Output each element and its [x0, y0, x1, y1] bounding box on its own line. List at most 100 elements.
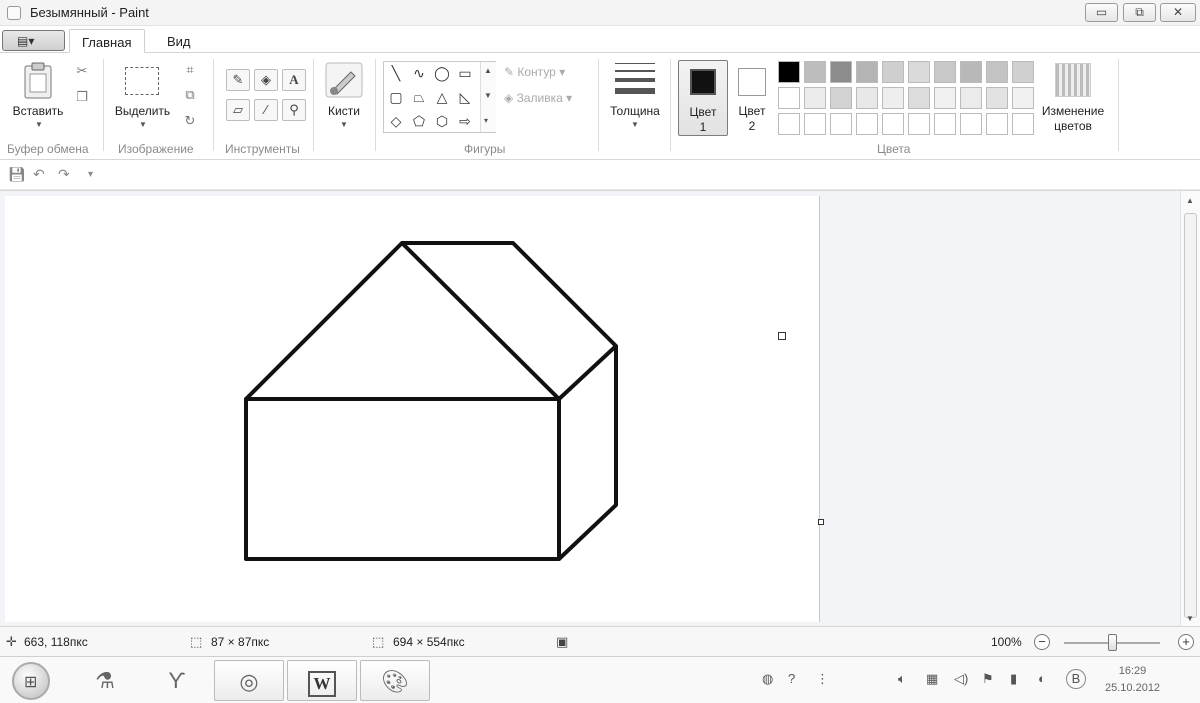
color2-label[interactable]: Цвет: [731, 104, 773, 118]
pentagon-shape-icon[interactable]: ⬠: [410, 112, 428, 130]
arrow-shape-icon[interactable]: ⇨: [456, 112, 474, 130]
palette-swatch[interactable]: [882, 61, 904, 83]
paint-app-icon[interactable]: [7, 6, 21, 20]
magnifier-icon[interactable]: ⚲: [282, 99, 306, 121]
edit-colors-icon[interactable]: [1055, 63, 1091, 97]
maximize-button[interactable]: ⧉: [1123, 3, 1156, 22]
brush-icon[interactable]: [325, 62, 363, 98]
palette-swatch[interactable]: [830, 87, 852, 109]
battery-icon[interactable]: ▮: [1010, 671, 1017, 687]
right-triangle-shape-icon[interactable]: ◺: [456, 88, 474, 106]
palette-swatch[interactable]: [908, 61, 930, 83]
oval-shape-icon[interactable]: ◯: [433, 64, 451, 82]
scrollbar-thumb[interactable]: [1184, 213, 1197, 618]
outline-button[interactable]: ✎ Контур ▾: [504, 65, 565, 79]
line-shape-icon[interactable]: ╲: [387, 64, 405, 82]
volume-icon[interactable]: 🔈︎: [898, 671, 906, 687]
brushes-dropdown-icon[interactable]: ▼: [340, 120, 348, 129]
taskbar-paint-icon[interactable]: 🎨︎: [360, 660, 430, 701]
palette-swatch[interactable]: [856, 113, 878, 135]
palette-swatch[interactable]: [804, 113, 826, 135]
fill-button[interactable]: ◈ Заливка ▾: [504, 91, 572, 105]
help-tray-icon[interactable]: ?: [788, 671, 795, 686]
scroll-down-arrow-icon[interactable]: ▼: [1186, 614, 1194, 623]
palette-swatch[interactable]: [830, 113, 852, 135]
zoom-out-button[interactable]: −: [1034, 634, 1050, 650]
color-picker-icon[interactable]: ⁄: [254, 99, 278, 121]
palette-swatch[interactable]: [830, 61, 852, 83]
redo-icon[interactable]: ↷: [58, 166, 70, 183]
select-button[interactable]: Выделить: [110, 104, 175, 118]
palette-swatch[interactable]: [778, 87, 800, 109]
paste-button[interactable]: Вставить: [8, 104, 68, 118]
copy-icon[interactable]: ❐: [72, 87, 92, 107]
rotate-icon[interactable]: ↻: [180, 111, 200, 131]
select-dropdown-icon[interactable]: ▼: [139, 120, 147, 129]
clipboard-icon[interactable]: [22, 61, 54, 101]
scroll-up-icon[interactable]: ▲: [484, 66, 492, 75]
zoom-in-button[interactable]: +: [1178, 634, 1194, 650]
palette-swatch[interactable]: [960, 61, 982, 83]
edit-colors-label-line1[interactable]: Изменение: [1032, 104, 1114, 118]
rounded-rectangle-shape-icon[interactable]: ▢: [387, 88, 405, 106]
edit-colors-label-line2[interactable]: цветов: [1032, 119, 1114, 133]
undo-icon[interactable]: ↶: [33, 166, 45, 183]
network-icon[interactable]: ▦: [926, 671, 938, 687]
canvas-resize-handle-right[interactable]: [778, 332, 786, 340]
canvas-resize-handle-corner[interactable]: [818, 519, 824, 525]
minimize-button[interactable]: ▭: [1085, 3, 1118, 22]
size-button[interactable]: Толщина: [603, 104, 667, 118]
taskbar-browser-icon[interactable]: Ƴ: [142, 660, 212, 701]
color2-swatch[interactable]: [738, 68, 766, 96]
diamond-shape-icon[interactable]: ◇: [387, 112, 405, 130]
drawing-canvas[interactable]: [5, 196, 820, 622]
palette-swatch[interactable]: [934, 87, 956, 109]
scroll-down-icon[interactable]: ▼: [484, 91, 492, 100]
flag-icon[interactable]: ⚑: [982, 671, 994, 687]
hexagon-shape-icon[interactable]: ⬡: [433, 112, 451, 130]
eraser-icon[interactable]: ▱: [226, 99, 250, 121]
taskbar-chrome-icon[interactable]: ◎: [214, 660, 284, 701]
expand-icon[interactable]: ▾: [484, 116, 488, 125]
palette-swatch[interactable]: [934, 61, 956, 83]
vertical-scrollbar[interactable]: ▲ ▼: [1180, 191, 1200, 627]
triangle-shape-icon[interactable]: △: [433, 88, 451, 106]
crop-icon[interactable]: ⌗: [180, 60, 200, 80]
palette-swatch[interactable]: [804, 87, 826, 109]
paste-dropdown-icon[interactable]: ▼: [35, 120, 43, 129]
close-button[interactable]: ✕: [1160, 3, 1196, 22]
sound-icon[interactable]: ◁): [954, 671, 968, 687]
palette-swatch[interactable]: [778, 113, 800, 135]
tray-icon[interactable]: ⋮: [816, 671, 829, 687]
tray-icon[interactable]: ◍: [762, 671, 773, 687]
taskbar-word-icon[interactable]: W: [287, 660, 357, 701]
size-dropdown-icon[interactable]: ▼: [631, 120, 639, 129]
shapes-gallery[interactable]: ╲ ∿ ◯ ▭ ▢ ⏢ △ ◺ ◇ ⬠ ⬡ ⇨ ▲ ▼ ▾: [383, 61, 496, 133]
tab-view[interactable]: Вид: [155, 29, 203, 53]
palette-swatch[interactable]: [1012, 113, 1034, 135]
palette-swatch[interactable]: [778, 61, 800, 83]
customize-toolbar-icon[interactable]: ▾: [88, 169, 93, 180]
curve-shape-icon[interactable]: ∿: [410, 64, 428, 82]
size-icon[interactable]: [615, 63, 655, 100]
start-button[interactable]: ⊞: [12, 662, 50, 700]
tab-home[interactable]: Главная: [69, 29, 145, 53]
palette-swatch[interactable]: [960, 113, 982, 135]
select-icon[interactable]: [125, 67, 159, 95]
rectangle-shape-icon[interactable]: ▭: [456, 64, 474, 82]
palette-swatch[interactable]: [934, 113, 956, 135]
paint-menu-button[interactable]: ▤▾: [2, 30, 65, 51]
fill-bucket-icon[interactable]: ◈: [254, 69, 278, 91]
palette-swatch[interactable]: [1012, 61, 1034, 83]
palette-swatch[interactable]: [1012, 87, 1034, 109]
palette-swatch[interactable]: [908, 113, 930, 135]
palette-swatch[interactable]: [882, 87, 904, 109]
taskbar-app-icon[interactable]: ⚗: [70, 660, 140, 701]
palette-swatch[interactable]: [908, 87, 930, 109]
save-icon[interactable]: 💾︎: [8, 166, 26, 183]
text-tool-icon[interactable]: A: [282, 69, 306, 91]
palette-swatch[interactable]: [986, 113, 1008, 135]
keyboard-language-indicator[interactable]: В: [1066, 669, 1086, 689]
polygon-shape-icon[interactable]: ⏢: [410, 88, 428, 106]
resize-icon[interactable]: ⧉: [180, 85, 200, 105]
